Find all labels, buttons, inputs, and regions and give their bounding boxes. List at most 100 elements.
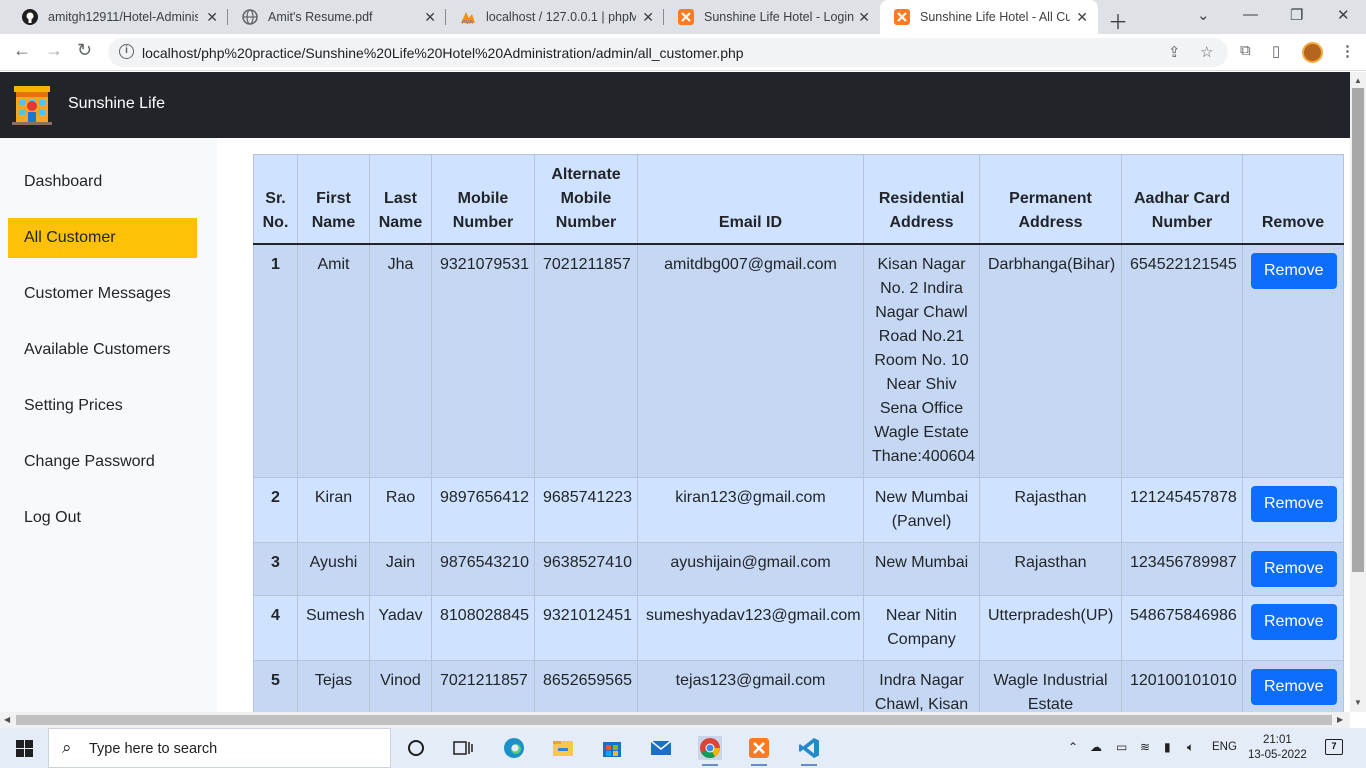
minimize-icon[interactable]: — — [1243, 6, 1258, 23]
last-name: Jain — [369, 542, 432, 596]
file-explorer-icon[interactable] — [551, 736, 575, 760]
xampp-icon[interactable] — [747, 736, 771, 766]
sidebar-item-setting-prices[interactable]: Setting Prices — [8, 386, 197, 426]
volume-icon[interactable]: 🔈︎ — [1187, 740, 1194, 755]
menu-kebab-icon[interactable]: ⋮ — [1340, 42, 1355, 60]
table-row: 2 Kiran Rao 9897656412 9685741223 kiran1… — [253, 477, 1344, 543]
aadhar-number: 123456789987 — [1121, 542, 1243, 596]
sidebar-item-customer-messages[interactable]: Customer Messages — [8, 274, 197, 314]
email-id: amitdbg007@gmail.com — [637, 243, 864, 478]
sidebar-item-dashboard[interactable]: Dashboard — [8, 162, 197, 202]
reload-icon[interactable]: ↻ — [77, 40, 92, 61]
sidebar-item-change-password[interactable]: Change Password — [8, 442, 197, 482]
last-name: Jha — [369, 243, 432, 478]
first-name: Ayushi — [297, 542, 370, 596]
share-icon[interactable]: ⇪ — [1168, 43, 1181, 61]
chrome-icon[interactable] — [698, 736, 722, 766]
address-bar[interactable]: i localhost/php%20practice/Sunshine%20Li… — [108, 38, 1228, 67]
table-row: 5 Tejas Vinod 7021211857 8652659565 teja… — [253, 660, 1344, 712]
vscode-icon[interactable] — [797, 736, 821, 766]
system-clock[interactable]: 21:01 13-05-2022 — [1248, 733, 1307, 763]
window-close-icon[interactable]: ✕ — [1337, 6, 1350, 24]
remove-cell: Remove — [1242, 660, 1344, 712]
mail-icon[interactable] — [649, 736, 673, 760]
column-header: Aadhar Card Number — [1121, 154, 1243, 245]
new-tab-button[interactable]: ＋ — [1108, 6, 1128, 35]
sidebar: Dashboard All Customer Customer Messages… — [0, 138, 217, 712]
side-panel-icon[interactable]: ▯ — [1272, 42, 1280, 60]
browser-tab[interactable]: Sunshine Life Hotel - Login ✕ — [664, 0, 880, 34]
remove-cell: Remove — [1242, 477, 1344, 543]
brand-name[interactable]: Sunshine Life — [68, 95, 165, 113]
main-content: Sr. No. First Name Last Name Mobile Numb… — [217, 138, 1350, 712]
alternate-mobile-number: 9685741223 — [534, 477, 638, 543]
remove-button[interactable]: Remove — [1251, 669, 1337, 705]
remove-button[interactable]: Remove — [1251, 604, 1337, 640]
vertical-scrollbar[interactable]: ▲ ▼ — [1350, 72, 1366, 712]
tab-title: Sunshine Life Hotel - Login — [704, 10, 854, 24]
extensions-icon[interactable]: ⧉ — [1240, 42, 1251, 59]
task-view-icon[interactable] — [451, 736, 475, 760]
remove-button[interactable]: Remove — [1251, 486, 1337, 522]
alternate-mobile-number: 7021211857 — [534, 243, 638, 478]
tab-title: Sunshine Life Hotel - All Cust — [920, 10, 1070, 24]
tab-title: amitgh12911/Hotel-Administ — [48, 10, 198, 24]
taskbar-search-box[interactable]: ⌕ Type here to search — [48, 728, 391, 768]
windows-start-icon[interactable] — [16, 740, 33, 757]
first-name: Amit — [297, 243, 370, 478]
url-text[interactable]: localhost/php%20practice/Sunshine%20Life… — [142, 45, 744, 61]
column-header: Last Name — [369, 154, 432, 245]
scroll-down-icon[interactable]: ▼ — [1354, 698, 1362, 707]
column-header: Alternate Mobile Number — [534, 154, 638, 245]
aadhar-number: 120100101010 — [1121, 660, 1243, 712]
remove-button[interactable]: Remove — [1251, 253, 1337, 289]
browser-tab[interactable]: PMA localhost / 127.0.0.1 | phpMy ✕ — [446, 0, 664, 34]
language-indicator[interactable]: ENG — [1212, 741, 1237, 753]
search-placeholder[interactable]: Type here to search — [89, 741, 217, 757]
svg-text:PMA: PMA — [462, 20, 474, 25]
show-hidden-icons-icon[interactable]: ⌃ — [1068, 740, 1078, 754]
sidebar-item-all-customer[interactable]: All Customer — [8, 218, 197, 258]
horizontal-scrollbar[interactable]: ◀ ▶ — [0, 712, 1350, 728]
column-header: First Name — [297, 154, 370, 245]
scroll-right-icon[interactable]: ▶ — [1337, 715, 1343, 724]
battery-icon[interactable]: ▮ — [1164, 740, 1171, 754]
scrollbar-thumb[interactable] — [1352, 88, 1364, 572]
scrollbar-thumb[interactable] — [16, 715, 1332, 725]
browser-tab-active[interactable]: Sunshine Life Hotel - All Cust ✕ — [880, 0, 1098, 34]
mobile-number: 9321079531 — [431, 243, 535, 478]
sr-no: 4 — [253, 595, 298, 661]
restore-icon[interactable]: ❐ — [1290, 6, 1303, 24]
browser-tab[interactable]: Amit's Resume.pdf ✕ — [228, 0, 446, 34]
permanent-address: Rajasthan — [979, 542, 1122, 596]
close-icon[interactable]: ✕ — [858, 9, 870, 25]
close-icon[interactable]: ✕ — [1076, 9, 1088, 25]
tab-search-icon[interactable]: ⌄ — [1197, 6, 1210, 24]
microsoft-store-icon[interactable] — [600, 736, 624, 760]
back-icon[interactable]: ← — [13, 40, 31, 61]
cortana-icon[interactable] — [404, 736, 428, 760]
residential-address: Near Nitin Company — [863, 595, 980, 661]
close-icon[interactable]: ✕ — [642, 9, 654, 25]
site-info-icon[interactable]: i — [119, 44, 134, 59]
device-icon[interactable]: ▭ — [1116, 740, 1127, 754]
close-icon[interactable]: ✕ — [424, 9, 436, 25]
browser-tab[interactable]: amitgh12911/Hotel-Administ ✕ — [8, 0, 228, 34]
forward-icon[interactable]: → — [45, 40, 63, 61]
aadhar-number: 654522121545 — [1121, 243, 1243, 478]
sidebar-item-log-out[interactable]: Log Out — [8, 498, 197, 538]
notification-icon[interactable]: 7 — [1325, 739, 1343, 755]
wifi-icon[interactable]: ≋ — [1140, 740, 1150, 754]
remove-button[interactable]: Remove — [1251, 551, 1337, 587]
remove-cell: Remove — [1242, 542, 1344, 596]
scroll-up-icon[interactable]: ▲ — [1354, 76, 1362, 85]
edge-icon[interactable] — [502, 736, 526, 760]
sidebar-item-available-customers[interactable]: Available Customers — [8, 330, 197, 370]
hotel-logo-icon[interactable] — [12, 84, 52, 126]
onedrive-icon[interactable]: ☁ — [1090, 740, 1102, 754]
scroll-left-icon[interactable]: ◀ — [4, 715, 10, 724]
profile-avatar[interactable] — [1302, 42, 1323, 63]
column-header: Email ID — [637, 154, 864, 245]
bookmark-star-icon[interactable]: ☆ — [1200, 43, 1213, 61]
close-icon[interactable]: ✕ — [206, 9, 218, 25]
